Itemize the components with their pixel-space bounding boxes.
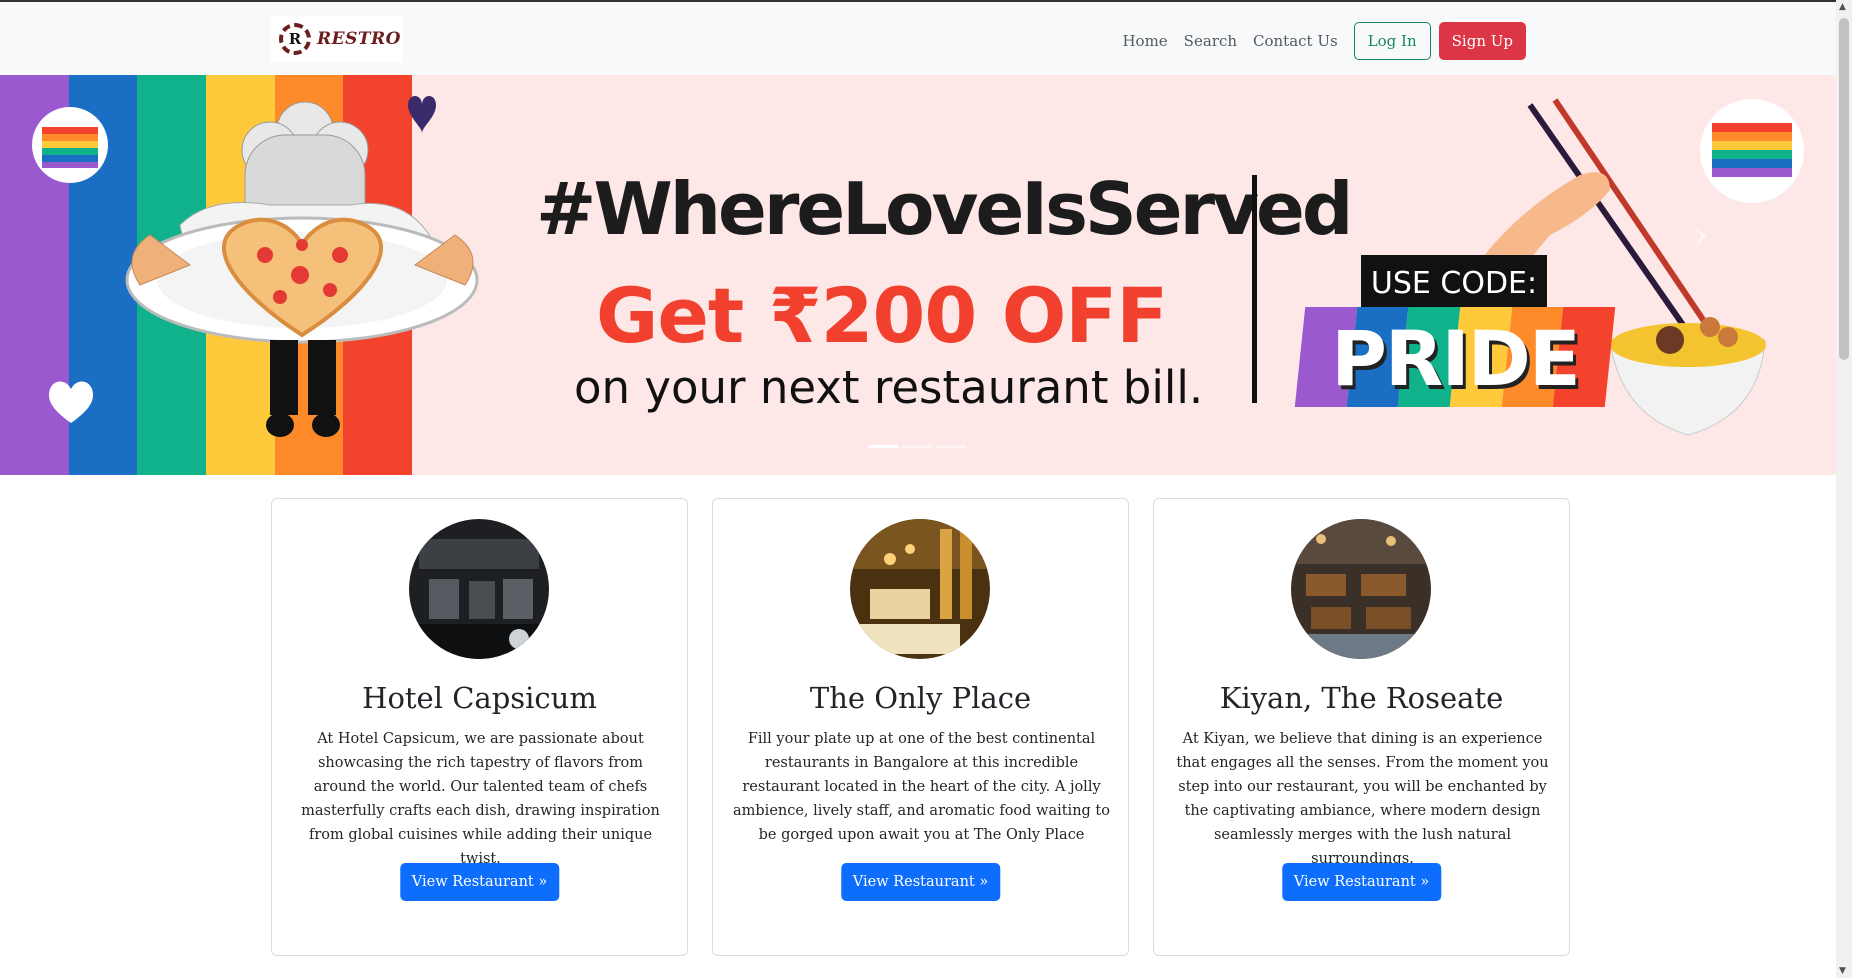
restaurant-description: At Hotel Capsicum, we are passionate abo… bbox=[301, 731, 660, 867]
restaurant-title: The Only Place bbox=[809, 681, 1032, 715]
carousel-indicator-1[interactable] bbox=[868, 445, 898, 448]
nav-home-link[interactable]: Home bbox=[1114, 22, 1175, 60]
banner-hashtag: #WhereLoveIsServed bbox=[536, 167, 1353, 251]
restaurant-card: Kiyan, The Roseate At Kiyan, we believe … bbox=[1153, 498, 1570, 956]
brand-name: RESTRO bbox=[317, 29, 401, 49]
heart-icon bbox=[48, 381, 94, 423]
banner-offer-subtitle: on your next restaurant bill. bbox=[574, 361, 1204, 414]
scrollbar-thumb[interactable] bbox=[1839, 18, 1849, 360]
brand-logo[interactable]: R RESTRO bbox=[271, 16, 403, 62]
carousel-indicators bbox=[868, 445, 966, 448]
carousel-indicator-2[interactable] bbox=[902, 445, 932, 448]
restaurant-image bbox=[1291, 519, 1431, 659]
promo-code: PRIDE bbox=[1331, 313, 1581, 403]
restaurant-cards: Hotel Capsicum At Hotel Capsicum, we are… bbox=[271, 498, 1570, 956]
signup-button[interactable]: Sign Up bbox=[1438, 22, 1526, 60]
view-restaurant-button[interactable]: View Restaurant » bbox=[840, 863, 1001, 901]
restaurant-description: At Kiyan, we believe that dining is an e… bbox=[1176, 731, 1549, 867]
view-restaurant-button[interactable]: View Restaurant » bbox=[399, 863, 560, 901]
rainbow-flower-sticker-left bbox=[32, 107, 108, 183]
banner-offer: Get ₹200 OFF bbox=[596, 271, 1168, 360]
restaurant-description: Fill your plate up at one of the best co… bbox=[733, 731, 1110, 843]
use-code-label: USE CODE: bbox=[1361, 255, 1547, 311]
carousel-indicator-3[interactable] bbox=[936, 445, 966, 448]
banner-divider bbox=[1252, 175, 1257, 403]
carousel-next-icon[interactable]: › bbox=[1694, 215, 1708, 256]
vertical-scrollbar[interactable]: ▲ ▼ bbox=[1836, 0, 1852, 978]
restaurant-image bbox=[409, 519, 549, 659]
nav-search-link[interactable]: Search bbox=[1176, 22, 1245, 60]
nav-links: Home Search Contact Us Log In Sign Up bbox=[1114, 22, 1526, 60]
scroll-down-icon[interactable]: ▼ bbox=[1839, 966, 1846, 976]
restaurant-title: Kiyan, The Roseate bbox=[1219, 681, 1504, 715]
view-restaurant-button[interactable]: View Restaurant » bbox=[1281, 863, 1442, 901]
promo-carousel[interactable]: #WhereLoveIsServed Get ₹200 OFF on your … bbox=[0, 75, 1836, 475]
navbar: R RESTRO Home Search Contact Us Log In S… bbox=[0, 0, 1836, 75]
restaurant-card: Hotel Capsicum At Hotel Capsicum, we are… bbox=[271, 498, 688, 956]
restaurant-image bbox=[850, 519, 990, 659]
restaurant-title: Hotel Capsicum bbox=[362, 681, 597, 715]
restaurant-card: The Only Place Fill your plate up at one… bbox=[712, 498, 1129, 956]
scroll-up-icon[interactable]: ▲ bbox=[1839, 2, 1846, 12]
nav-contact-link[interactable]: Contact Us bbox=[1245, 22, 1346, 60]
logo-icon: R bbox=[279, 23, 311, 55]
chef-pizza-illustration bbox=[125, 96, 479, 437]
login-button[interactable]: Log In bbox=[1353, 22, 1431, 60]
